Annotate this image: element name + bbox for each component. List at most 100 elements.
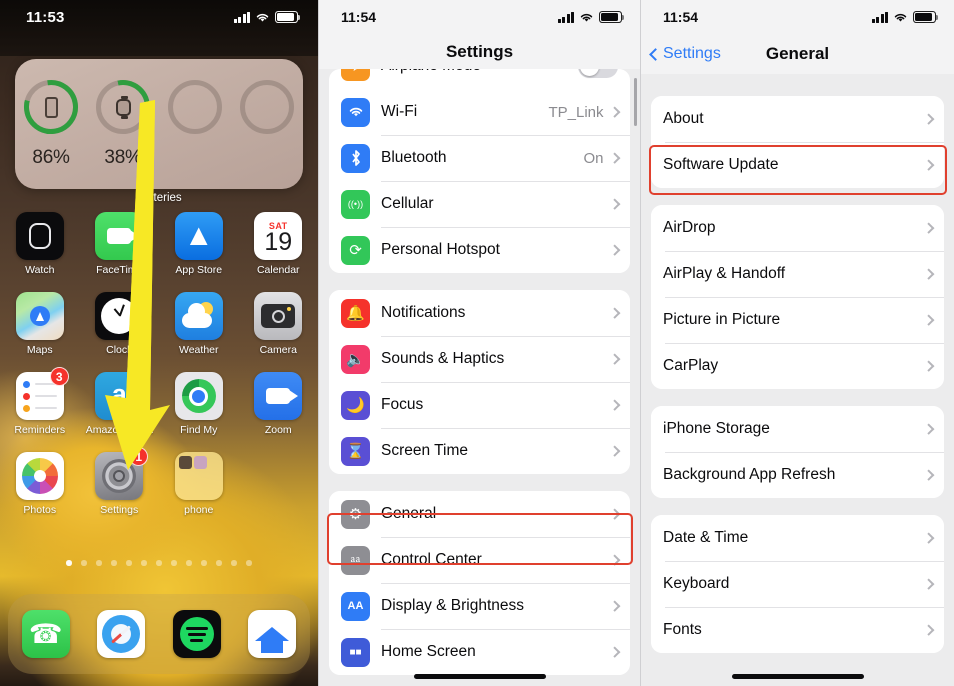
general-row-picture-in-picture[interactable]: Picture in Picture bbox=[651, 297, 944, 343]
settings-scroll-area[interactable]: ✈ Airplane Mode Wi-Fi TP_Link bbox=[319, 69, 640, 675]
settings-row-home-screen[interactable]: ■■ Home Screen bbox=[329, 629, 630, 675]
app-find-my[interactable]: Find My bbox=[159, 372, 239, 452]
weather-app-icon bbox=[174, 292, 223, 340]
settings-row-screen-time[interactable]: ⌛ Screen Time bbox=[329, 428, 630, 474]
app-calendar[interactable]: SAT 19 Calendar bbox=[239, 212, 319, 292]
app-folder-phone[interactable]: phone bbox=[159, 452, 239, 532]
app-label: App Store bbox=[175, 264, 223, 276]
home-indicator bbox=[731, 674, 864, 679]
scroll-indicator[interactable] bbox=[634, 78, 637, 126]
app-app-store[interactable]: ▲ App Store bbox=[159, 212, 239, 292]
chevron-right-icon bbox=[608, 646, 620, 658]
settings-row-display-brightness[interactable]: AA Display & Brightness bbox=[329, 583, 630, 629]
row-label: Background App Refresh bbox=[663, 466, 836, 483]
chevron-right-icon bbox=[922, 268, 934, 280]
photos-app-icon bbox=[15, 452, 64, 500]
app-settings[interactable]: 1 Settings bbox=[80, 447, 160, 532]
general-row-fonts[interactable]: Fonts bbox=[651, 607, 944, 653]
app-amazon-alexa[interactable]: a Amazon Alexa bbox=[80, 372, 160, 452]
settings-app-panel: 11:54 Settings ✈ Airplane Mode bbox=[318, 0, 640, 686]
row-label: Personal Hotspot bbox=[381, 241, 500, 258]
chevron-right-icon bbox=[608, 307, 620, 319]
airplane-mode-toggle[interactable] bbox=[578, 69, 618, 78]
home-app-icon bbox=[248, 610, 297, 658]
app-row-2: Maps Clock Weather Camera bbox=[0, 292, 318, 372]
general-navbar: Settings General bbox=[641, 34, 954, 74]
chevron-right-icon bbox=[608, 399, 620, 411]
general-row-iphone-storage[interactable]: iPhone Storage bbox=[651, 406, 944, 452]
app-weather[interactable]: Weather bbox=[159, 292, 239, 372]
app-label: Reminders bbox=[14, 424, 66, 436]
wifi-icon bbox=[580, 13, 593, 22]
row-label: Airplane Mode bbox=[381, 69, 578, 75]
settings-navbar: Settings bbox=[319, 34, 640, 69]
row-label: Wi-Fi bbox=[381, 103, 418, 120]
app-camera[interactable]: Camera bbox=[239, 292, 319, 372]
settings-row-sounds-haptics[interactable]: 🔈 Sounds & Haptics bbox=[329, 336, 630, 382]
general-status-bar: 11:54 bbox=[641, 0, 954, 34]
app-label: Photos bbox=[23, 504, 57, 516]
general-row-about[interactable]: About bbox=[651, 96, 944, 142]
dock-app-spotify[interactable] bbox=[159, 610, 235, 658]
general-row-date-time[interactable]: Date & Time bbox=[651, 515, 944, 561]
settings-row-control-center[interactable]: ⎂ Control Center bbox=[329, 537, 630, 583]
page-indicator-dots[interactable] bbox=[0, 560, 318, 566]
chevron-right-icon bbox=[608, 198, 620, 210]
general-row-background-app-refresh[interactable]: Background App Refresh bbox=[651, 452, 944, 498]
chevron-right-icon bbox=[922, 113, 934, 125]
battery-ring-empty-1 bbox=[159, 73, 231, 141]
battery-percentages: 86% 38% bbox=[15, 147, 303, 169]
settings-row-focus[interactable]: 🌙 Focus bbox=[329, 382, 630, 428]
settings-row-cellular[interactable]: ((•)) Cellular bbox=[329, 181, 630, 227]
settings-row-personal-hotspot[interactable]: ⟳ Personal Hotspot bbox=[329, 227, 630, 273]
badge-count: 3 bbox=[49, 367, 69, 386]
bluetooth-icon bbox=[341, 143, 370, 173]
cellular-bars-icon bbox=[871, 11, 888, 23]
settings-row-airplane-mode[interactable]: ✈ Airplane Mode bbox=[329, 69, 630, 89]
row-label: General bbox=[381, 505, 437, 522]
settings-row-general[interactable]: ⚙ General bbox=[329, 491, 630, 537]
app-label: phone bbox=[184, 504, 214, 516]
row-label: AirDrop bbox=[663, 219, 716, 236]
badge-count: 1 bbox=[129, 447, 149, 466]
battery-ring-empty-2 bbox=[231, 73, 303, 141]
app-label: Maps bbox=[26, 344, 53, 356]
iphone-icon bbox=[44, 96, 58, 118]
dock-app-home[interactable] bbox=[235, 610, 311, 658]
general-scroll-area[interactable]: About Software Update AirDrop AirPlay & … bbox=[641, 74, 954, 653]
chevron-right-icon bbox=[922, 222, 934, 234]
settings-row-bluetooth[interactable]: Bluetooth On bbox=[329, 135, 630, 181]
battery-icon bbox=[913, 11, 939, 23]
general-row-software-update[interactable]: Software Update bbox=[651, 142, 944, 188]
facetime-app-icon bbox=[95, 212, 144, 260]
app-grid: Watch FaceTime ▲ App Store SAT 19 Calend… bbox=[0, 212, 318, 532]
dock-app-phone[interactable]: ☎ bbox=[8, 610, 84, 658]
general-row-keyboard[interactable]: Keyboard bbox=[651, 561, 944, 607]
app-reminders[interactable]: 3 Reminders bbox=[0, 367, 80, 452]
row-label: About bbox=[663, 110, 704, 127]
app-clock[interactable]: Clock bbox=[80, 292, 160, 372]
batteries-widget[interactable]: 86% 38% bbox=[15, 59, 303, 189]
battery-percent-iphone: 86% bbox=[32, 147, 70, 168]
watch-app-icon bbox=[15, 212, 64, 260]
status-icons bbox=[557, 11, 625, 23]
general-row-airplay-handoff[interactable]: AirPlay & Handoff bbox=[651, 251, 944, 297]
app-maps[interactable]: Maps bbox=[0, 292, 80, 372]
app-photos[interactable]: Photos bbox=[0, 452, 80, 532]
general-row-airdrop[interactable]: AirDrop bbox=[651, 205, 944, 251]
settings-row-wifi[interactable]: Wi-Fi TP_Link bbox=[329, 89, 630, 135]
settings-row-notifications[interactable]: 🔔 Notifications bbox=[329, 290, 630, 336]
clock-app-icon bbox=[95, 292, 144, 340]
app-label: Zoom bbox=[264, 424, 292, 436]
row-value: On bbox=[583, 149, 604, 167]
chevron-right-icon bbox=[922, 532, 934, 544]
app-zoom[interactable]: Zoom bbox=[239, 372, 319, 452]
app-facetime[interactable]: FaceTime bbox=[80, 212, 160, 292]
general-row-carplay[interactable]: CarPlay bbox=[651, 343, 944, 389]
back-label: Settings bbox=[663, 45, 721, 62]
app-watch[interactable]: Watch bbox=[0, 212, 80, 292]
wifi-icon bbox=[256, 13, 269, 22]
dock-app-safari[interactable] bbox=[84, 610, 160, 658]
back-to-settings-button[interactable]: Settings bbox=[641, 45, 721, 63]
notifications-icon: 🔔 bbox=[341, 298, 370, 328]
